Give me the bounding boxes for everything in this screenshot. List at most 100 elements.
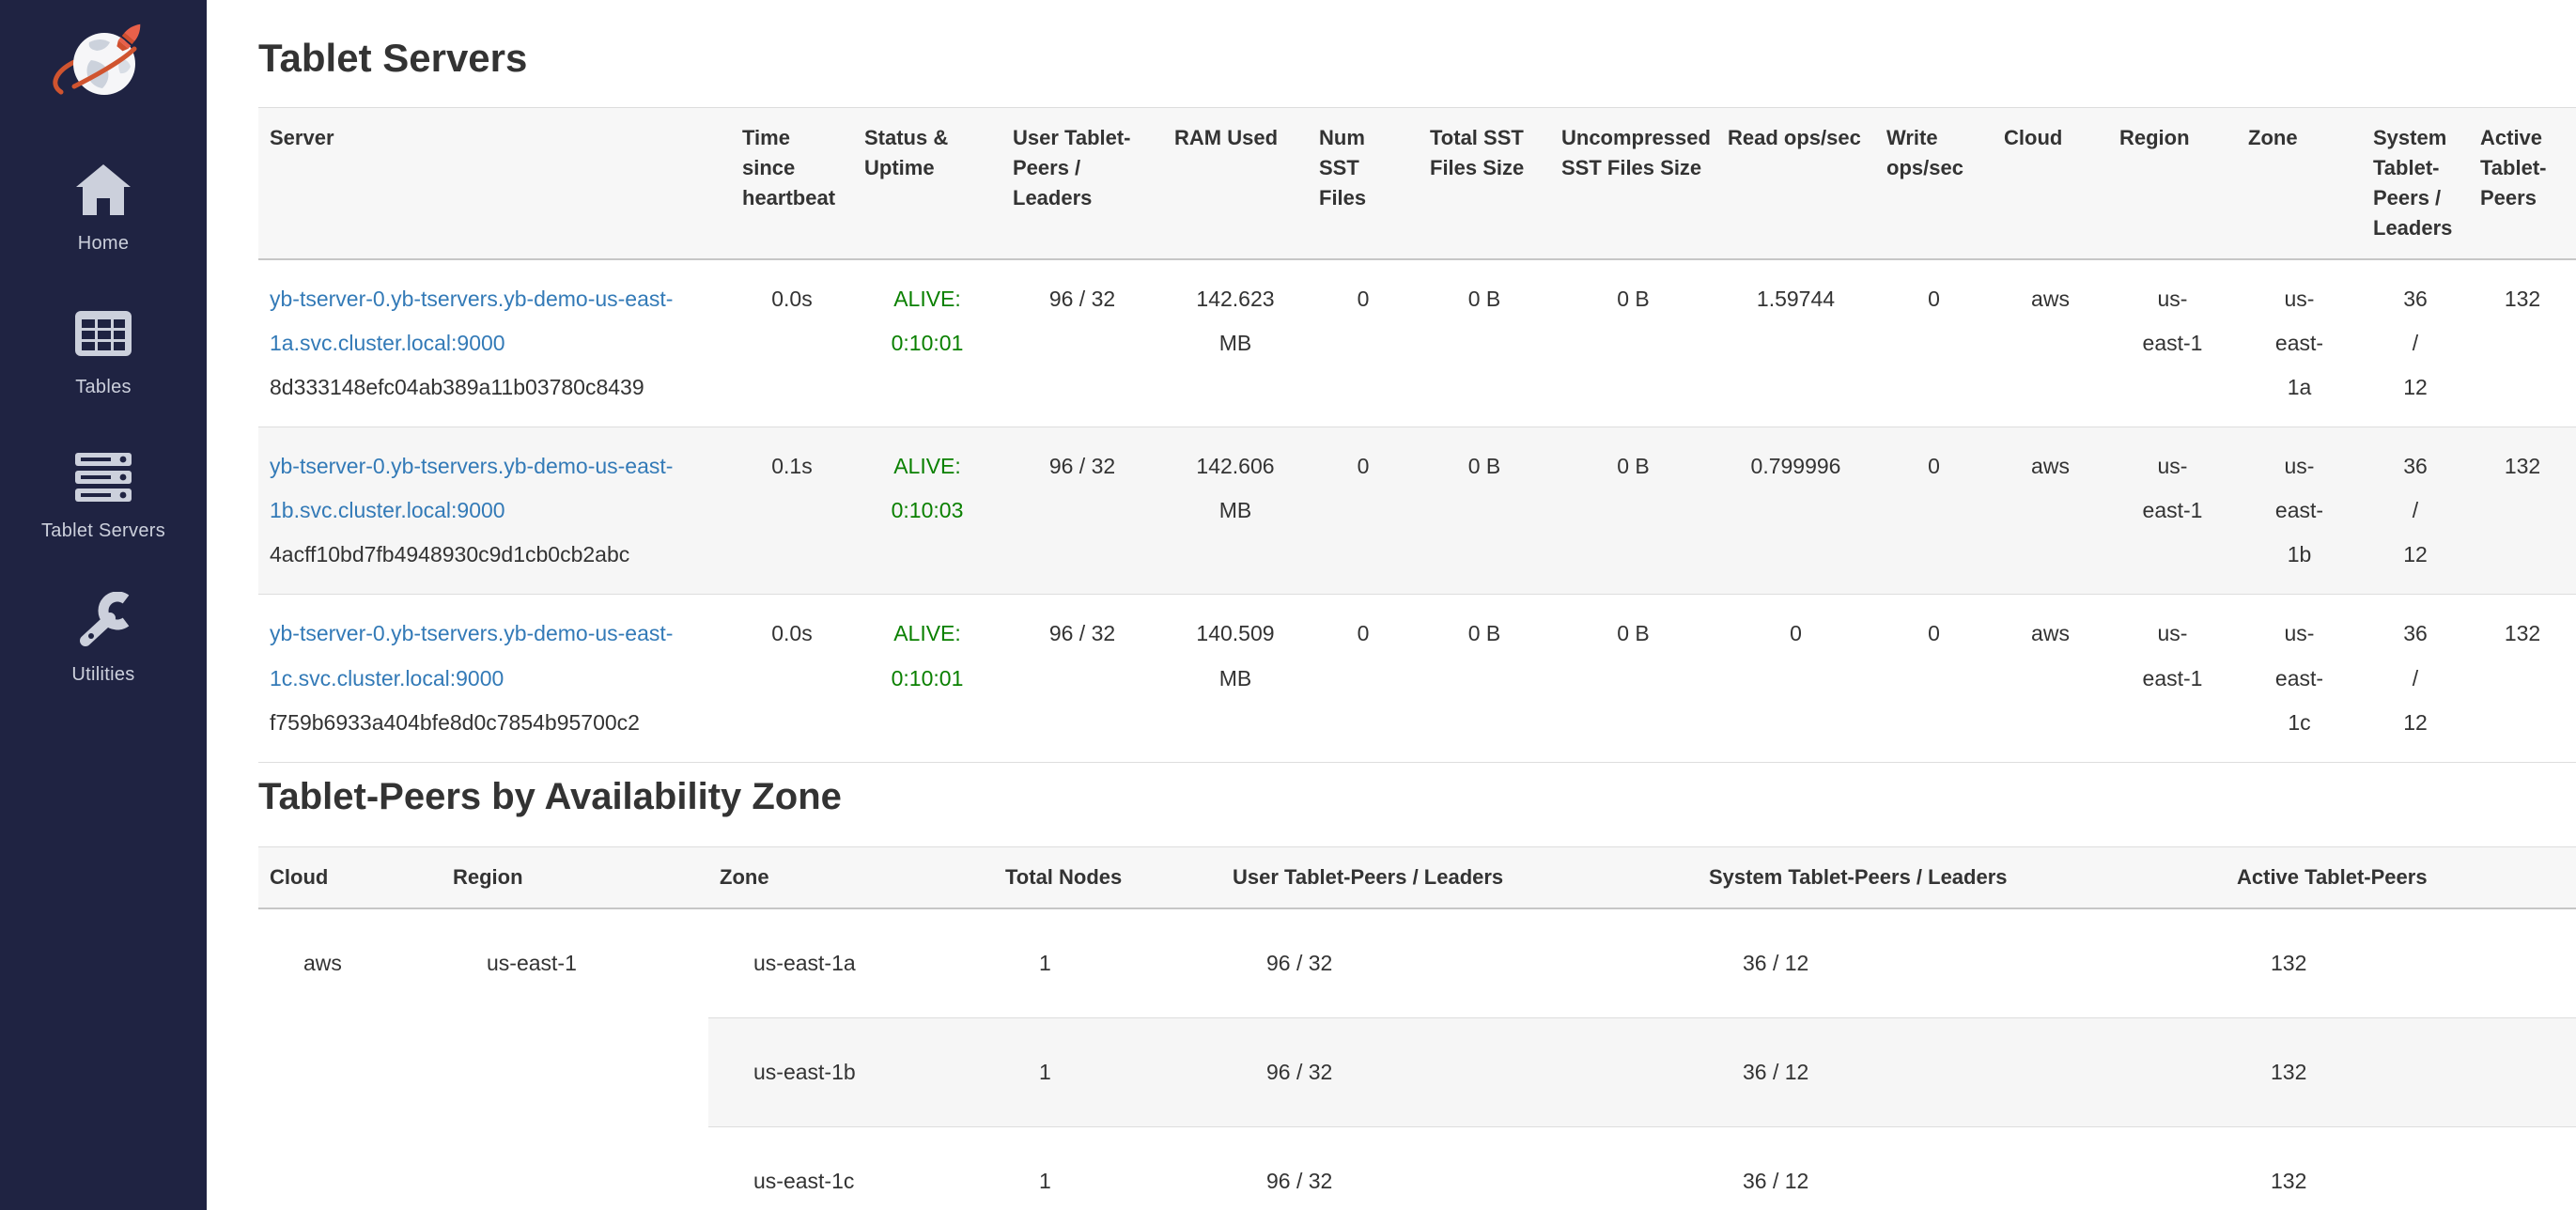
- tserver-address-link[interactable]: yb-tserver-0.yb-tservers.yb-demo-us-east…: [270, 277, 674, 365]
- cell-server: yb-tserver-0.yb-tservers.yb-demo-us-east…: [258, 259, 731, 427]
- cell-user-tablet-peers: 96 / 32: [1221, 1017, 1698, 1126]
- cell-zone: us-east-1b: [708, 1017, 994, 1126]
- sidebar-item-tablet-servers[interactable]: Tablet Servers: [41, 447, 165, 542]
- tserver-address-link[interactable]: yb-tserver-0.yb-tservers.yb-demo-us-east…: [270, 612, 674, 700]
- system-tablet-peers-value: 36 / 12: [2398, 277, 2432, 410]
- ram-used-value: 142.623 MB: [1187, 277, 1285, 365]
- cell-time-since-heartbeat: 0.0s: [731, 595, 853, 762]
- cell-status-uptime: ALIVE: 0:10:03: [853, 427, 1001, 594]
- zone-value: us-east-1c: [2265, 612, 2335, 744]
- sidebar-item-utilities[interactable]: Utilities: [71, 591, 134, 686]
- cell-active-tablet-peers: 132: [2469, 595, 2576, 762]
- cell-system-tablet-peers: 36 / 12: [2362, 259, 2469, 427]
- cell-region: us-east-1: [2108, 259, 2237, 427]
- cell-read-ops: 1.59744: [1716, 259, 1875, 427]
- cell-system-tablet-peers: 36 / 12: [1698, 1127, 2226, 1210]
- tserver-uuid: 4acff10bd7fb4948930c9d1cb0cb2abc: [270, 533, 720, 577]
- cell-status-uptime: ALIVE: 0:10:01: [853, 259, 1001, 427]
- sidebar: Home Tables: [0, 0, 207, 1210]
- col-header-total-sst-size: Total SST Files Size: [1419, 108, 1550, 259]
- cell-region: us-east-1: [2108, 595, 2237, 762]
- col-header-write-ops: Write ops/sec: [1875, 108, 1993, 259]
- cell-region: us-east-1: [442, 908, 708, 1210]
- cell-status-uptime: ALIVE: 0:10:01: [853, 595, 1001, 762]
- cell-num-sst-files: 0: [1308, 595, 1419, 762]
- sidebar-item-tables[interactable]: Tables: [74, 303, 132, 398]
- cell-total-sst-size: 0 B: [1419, 427, 1550, 594]
- cell-time-since-heartbeat: 0.1s: [731, 427, 853, 594]
- sidebar-item-label: Utilities: [71, 664, 134, 686]
- cell-cloud: aws: [1993, 595, 2108, 762]
- col-header-active-tablet-peers: Active Tablet-Peers: [2469, 108, 2576, 259]
- cell-uncompressed-sst-size: 0 B: [1550, 259, 1716, 427]
- col-header-user-tablet-peers: User Tablet-Peers / Leaders: [1221, 846, 1698, 908]
- page-title-tablet-servers: Tablet Servers: [258, 36, 2576, 81]
- system-tablet-peers-value: 36 / 12: [2398, 612, 2432, 744]
- main-content: Tablet Servers Server Time since heartbe…: [207, 36, 2576, 1210]
- cell-cloud: aws: [1993, 427, 2108, 594]
- col-header-read-ops: Read ops/sec: [1716, 108, 1875, 259]
- cell-zone: us-east-1a: [708, 908, 994, 1018]
- col-header-region: Region: [2108, 108, 2237, 259]
- sidebar-item-label: Tablet Servers: [41, 520, 165, 542]
- col-header-zone: Zone: [2237, 108, 2362, 259]
- col-header-ram-used: RAM Used: [1163, 108, 1308, 259]
- cell-cloud: aws: [1993, 259, 2108, 427]
- zone-value: us-east-1a: [2265, 277, 2335, 410]
- cell-active-tablet-peers: 132: [2469, 427, 2576, 594]
- col-header-active-tablet-peers: Active Tablet-Peers: [2226, 846, 2576, 908]
- status-alive-text: ALIVE: 0:10:01: [880, 612, 974, 700]
- yugabytedb-logo[interactable]: [48, 17, 159, 111]
- cell-server: yb-tserver-0.yb-tservers.yb-demo-us-east…: [258, 595, 731, 762]
- cell-zone: us-east-1b: [2237, 427, 2362, 594]
- col-header-cloud: Cloud: [258, 846, 442, 908]
- cell-total-sst-size: 0 B: [1419, 595, 1550, 762]
- tserver-row: yb-tserver-0.yb-tservers.yb-demo-us-east…: [258, 595, 2576, 762]
- cell-active-tablet-peers: 132: [2226, 908, 2576, 1018]
- cell-active-tablet-peers: 132: [2226, 1017, 2576, 1126]
- sidebar-item-label: Home: [78, 233, 130, 255]
- cell-user-tablet-peers: 96 / 32: [1221, 908, 1698, 1018]
- region-value: us-east-1: [2138, 277, 2208, 365]
- cell-total-sst-size: 0 B: [1419, 259, 1550, 427]
- cell-user-tablet-peers: 96 / 32: [1221, 1127, 1698, 1210]
- status-alive-text: ALIVE: 0:10:01: [880, 277, 974, 365]
- tablet-servers-icon: [73, 447, 133, 507]
- tablet-peers-by-az-table: Cloud Region Zone Total Nodes User Table…: [258, 846, 2576, 1210]
- az-row: aws us-east-1 us-east-1a 1 96 / 32 36 / …: [258, 908, 2576, 1018]
- cell-read-ops: 0.799996: [1716, 427, 1875, 594]
- cell-cloud: aws: [258, 908, 442, 1210]
- cell-zone: us-east-1c: [2237, 595, 2362, 762]
- col-header-region: Region: [442, 846, 708, 908]
- ram-used-value: 140.509 MB: [1187, 612, 1285, 700]
- cell-write-ops: 0: [1875, 259, 1993, 427]
- col-header-cloud: Cloud: [1993, 108, 2108, 259]
- cell-region: us-east-1: [2108, 427, 2237, 594]
- cell-ram-used: 140.509 MB: [1163, 595, 1308, 762]
- tserver-row: yb-tserver-0.yb-tservers.yb-demo-us-east…: [258, 427, 2576, 594]
- col-header-system-tablet-peers: System Tablet-Peers / Leaders: [2362, 108, 2469, 259]
- ram-used-value: 142.606 MB: [1187, 444, 1285, 533]
- cell-user-tablet-peers: 96 / 32: [1001, 595, 1163, 762]
- sidebar-item-label: Tables: [75, 377, 132, 398]
- cell-num-sst-files: 0: [1308, 259, 1419, 427]
- cell-zone: us-east-1a: [2237, 259, 2362, 427]
- tservers-header-row: Server Time since heartbeat Status & Upt…: [258, 108, 2576, 259]
- tserver-row: yb-tserver-0.yb-tservers.yb-demo-us-east…: [258, 259, 2576, 427]
- tserver-address-link[interactable]: yb-tserver-0.yb-tservers.yb-demo-us-east…: [270, 444, 674, 533]
- region-value: us-east-1: [2138, 612, 2208, 700]
- sidebar-item-home[interactable]: Home: [74, 160, 132, 255]
- system-tablet-peers-value: 36 / 12: [2398, 444, 2432, 577]
- col-header-total-nodes: Total Nodes: [994, 846, 1221, 908]
- region-value: us-east-1: [2138, 444, 2208, 533]
- cell-system-tablet-peers: 36 / 12: [2362, 427, 2469, 594]
- cell-total-nodes: 1: [994, 1017, 1221, 1126]
- col-header-server: Server: [258, 108, 731, 259]
- cell-active-tablet-peers: 132: [2469, 259, 2576, 427]
- col-header-zone: Zone: [708, 846, 994, 908]
- col-header-user-tablet-peers: User Tablet-Peers / Leaders: [1001, 108, 1163, 259]
- col-header-system-tablet-peers: System Tablet-Peers / Leaders: [1698, 846, 2226, 908]
- cell-user-tablet-peers: 96 / 32: [1001, 259, 1163, 427]
- cell-zone: us-east-1c: [708, 1127, 994, 1210]
- cell-total-nodes: 1: [994, 908, 1221, 1018]
